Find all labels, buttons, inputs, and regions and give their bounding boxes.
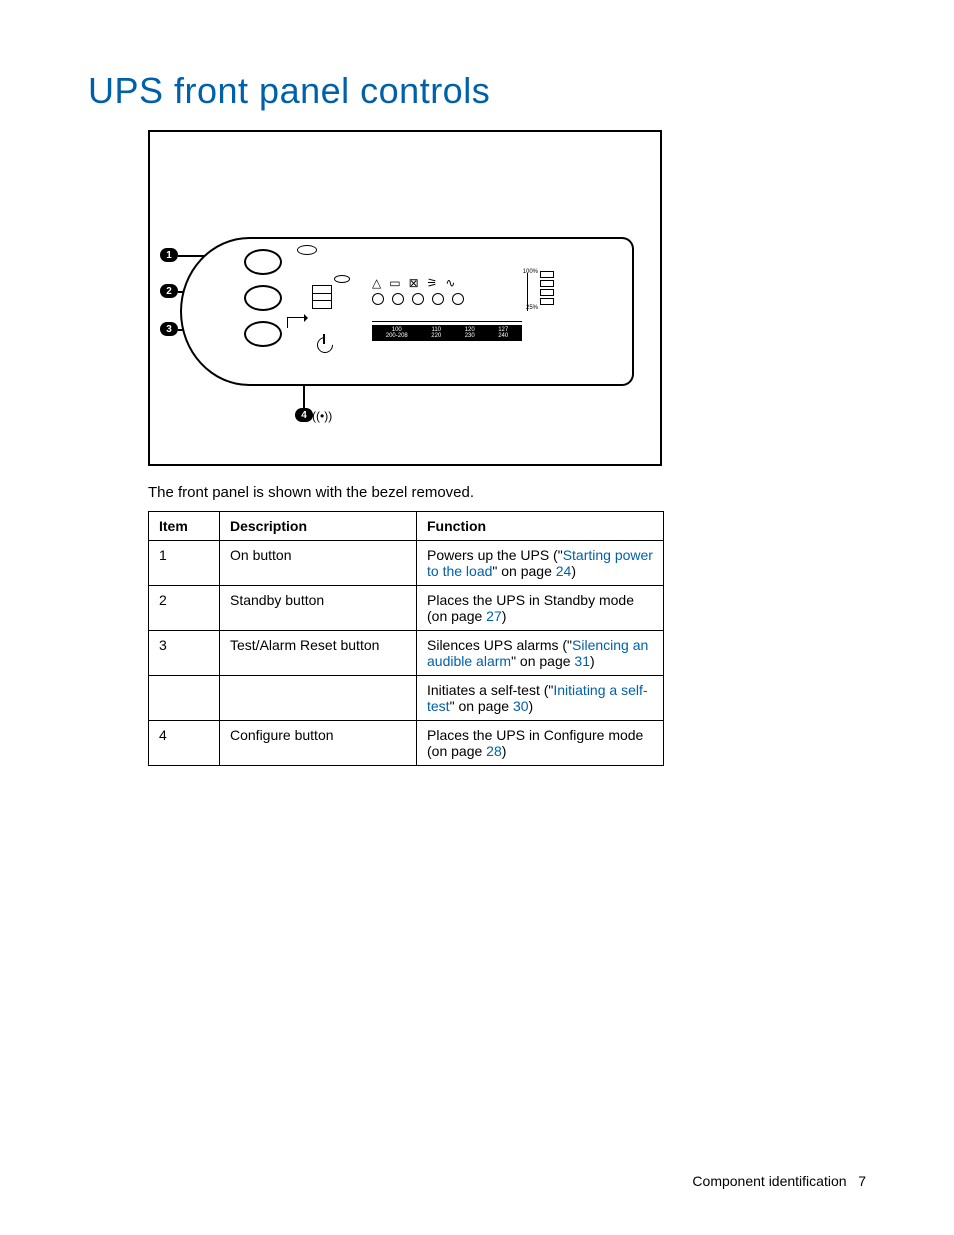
status-led-icon bbox=[392, 293, 404, 305]
warning-icon: △ bbox=[372, 277, 381, 289]
front-panel-diagram: 1 2 3 4 ((•)) bbox=[148, 130, 662, 466]
cell-function: Silences UPS alarms ("Silencing an audib… bbox=[417, 631, 664, 676]
table-row: 3 Test/Alarm Reset button Silences UPS a… bbox=[149, 631, 664, 676]
page-footer: Component identification 7 bbox=[692, 1173, 866, 1189]
cell-description bbox=[220, 676, 417, 721]
th-item: Item bbox=[149, 512, 220, 541]
link-page-30[interactable]: 30 bbox=[513, 698, 529, 714]
cell-item: 3 bbox=[149, 631, 220, 676]
table-row: 1 On button Powers up the UPS ("Starting… bbox=[149, 541, 664, 586]
arrow-icon bbox=[287, 317, 306, 328]
status-led-icon bbox=[452, 293, 464, 305]
link-page-28[interactable]: 28 bbox=[486, 743, 502, 759]
th-description: Description bbox=[220, 512, 417, 541]
sine-icon: ∿ bbox=[445, 277, 455, 289]
battery-fault-icon: ⊠ bbox=[409, 277, 419, 289]
test-button-icon: ((•)) bbox=[244, 321, 282, 347]
voltage-selector: 100200-208 110220 120230 127240 ⏚ bbox=[372, 325, 522, 341]
cell-item bbox=[149, 676, 220, 721]
led2-icon bbox=[334, 275, 350, 283]
cell-item: 4 bbox=[149, 721, 220, 766]
cell-item: 1 bbox=[149, 541, 220, 586]
th-function: Function bbox=[417, 512, 664, 541]
callout-1-badge: 1 bbox=[160, 248, 178, 262]
controls-table: Item Description Function 1 On button Po… bbox=[148, 511, 664, 766]
load-25-label: 25% bbox=[526, 305, 538, 311]
cell-description: On button bbox=[220, 541, 417, 586]
callout-4-badge: 4 bbox=[295, 408, 313, 422]
segment-icon bbox=[312, 285, 332, 309]
load-bar-icon bbox=[540, 271, 554, 307]
alarm-icon: ((•)) bbox=[312, 409, 332, 423]
standby-button-icon bbox=[244, 285, 282, 311]
on-button-icon bbox=[244, 249, 282, 275]
link-page-24[interactable]: 24 bbox=[556, 563, 572, 579]
footer-page: 7 bbox=[858, 1173, 866, 1189]
battery-icon: ▭ bbox=[389, 277, 400, 289]
table-row: 4 Configure button Places the UPS in Con… bbox=[149, 721, 664, 766]
cell-description: Test/Alarm Reset button bbox=[220, 631, 417, 676]
load-100-label: 100% bbox=[523, 269, 538, 275]
link-page-27[interactable]: 27 bbox=[486, 608, 502, 624]
overload-icon: ⚞ bbox=[427, 277, 438, 289]
page-title: UPS front panel controls bbox=[88, 70, 866, 112]
callout-2-badge: 2 bbox=[160, 284, 178, 298]
lcd-panel: △ ▭ ⊠ ⚞ ∿ 100% bbox=[372, 277, 552, 313]
power-icon bbox=[314, 335, 334, 353]
table-row: Initiates a self-test ("Initiating a sel… bbox=[149, 676, 664, 721]
status-led-icon bbox=[412, 293, 424, 305]
device-outline: ((•)) △ ▭ ⊠ ⚞ ∿ bbox=[180, 237, 634, 386]
status-led-icon bbox=[372, 293, 384, 305]
link-page-31[interactable]: 31 bbox=[574, 653, 590, 669]
figure-caption: The front panel is shown with the bezel … bbox=[148, 484, 866, 501]
status-led-icon bbox=[432, 293, 444, 305]
ground-icon: ⏚ bbox=[672, 414, 681, 423]
led-icon bbox=[297, 245, 317, 255]
cell-function: Places the UPS in Configure mode (on pag… bbox=[417, 721, 664, 766]
cell-function: Places the UPS in Standby mode (on page … bbox=[417, 586, 664, 631]
callout-3-badge: 3 bbox=[160, 322, 178, 336]
cell-function: Powers up the UPS ("Starting power to th… bbox=[417, 541, 664, 586]
footer-section: Component identification bbox=[692, 1173, 846, 1189]
cell-description: Configure button bbox=[220, 721, 417, 766]
cell-description: Standby button bbox=[220, 586, 417, 631]
table-row: 2 Standby button Places the UPS in Stand… bbox=[149, 586, 664, 631]
cell-function: Initiates a self-test ("Initiating a sel… bbox=[417, 676, 664, 721]
cell-item: 2 bbox=[149, 586, 220, 631]
